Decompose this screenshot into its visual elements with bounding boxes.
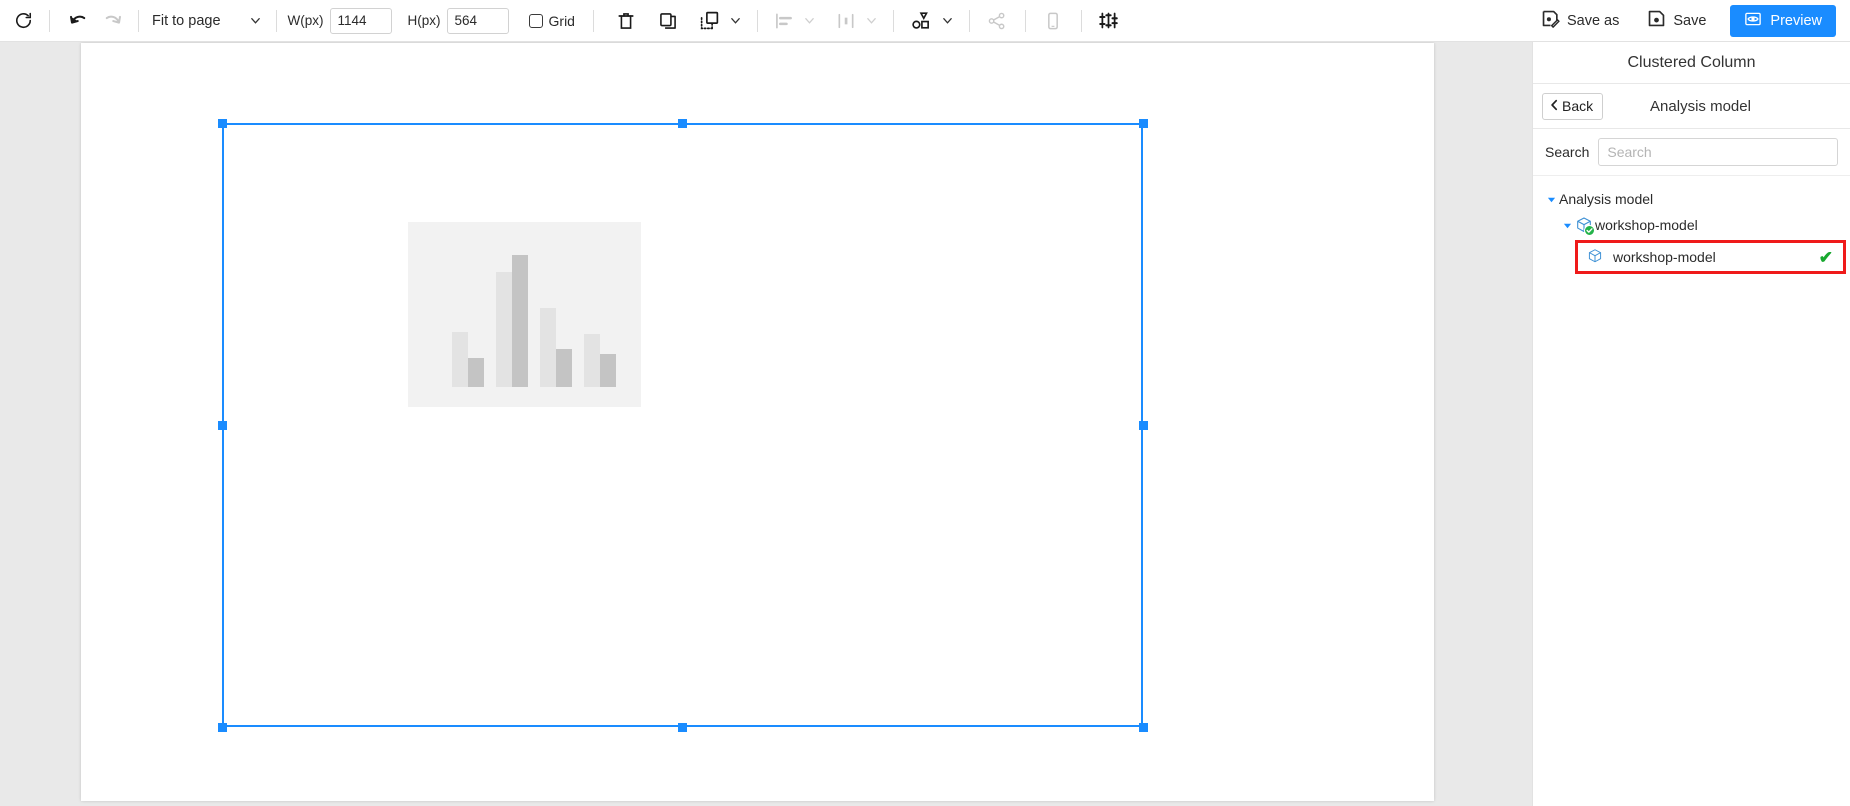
search-label: Search [1545,144,1590,160]
zoom-mode-select[interactable]: Fit to page [148,6,267,36]
sidebar-subheader: Back Analysis model [1533,84,1850,129]
grid-checkbox[interactable]: Grid [528,12,575,29]
canvas-workspace[interactable] [0,42,1532,806]
search-input[interactable] [1598,138,1838,166]
resize-handle-top-left[interactable] [217,118,227,128]
expand-triangle-icon[interactable] [1543,195,1559,204]
toolbar-divider [1024,9,1026,32]
group-shapes-icon[interactable] [903,6,939,36]
save-as-button[interactable]: Save as [1527,5,1633,37]
toolbar-right-actions: Save as Save Preview [1527,4,1850,37]
sidebar-title: Clustered Column [1533,42,1850,84]
chevron-left-icon [1549,98,1560,114]
tree-node-label: workshop-model [1595,217,1698,233]
resize-handle-middle-right[interactable] [1138,420,1148,430]
resize-handle-middle-left[interactable] [217,420,227,430]
align-left-icon [767,6,801,36]
cube-icon [1575,216,1595,236]
save-button[interactable]: Save [1633,5,1720,37]
toolbar-divider [138,9,139,32]
toolbar-divider [592,9,594,32]
save-as-icon [1541,9,1560,32]
green-check-badge [1584,225,1595,236]
grid-label: Grid [548,12,575,29]
height-input[interactable] [446,7,509,34]
selection-frame[interactable] [217,118,1148,732]
selection-border [222,123,1143,727]
resize-handle-bottom-right[interactable] [1138,722,1148,732]
resize-handle-top-right[interactable] [1138,118,1148,128]
undo-icon[interactable] [61,6,95,36]
preview-label: Preview [1770,12,1822,29]
chevron-down-icon[interactable] [727,6,745,36]
sliders-settings-icon[interactable] [1091,6,1127,36]
trash-icon[interactable] [609,6,643,36]
save-as-label: Save as [1566,12,1620,29]
width-control: W(px) [287,7,392,34]
height-label: H(px) [407,13,441,28]
zoom-mode-label: Fit to page [152,12,221,29]
copy-icon[interactable] [651,6,685,36]
chevron-down-icon[interactable] [247,6,265,36]
distribute-horizontal-icon [829,6,863,36]
toolbar-divider [892,9,894,32]
width-input[interactable] [329,7,392,34]
expand-triangle-icon[interactable] [1559,221,1575,230]
save-label: Save [1673,12,1707,29]
selected-node-annotation: workshop-model ✔ [1575,240,1846,274]
toolbar-divider [275,9,277,32]
preview-button[interactable]: Preview [1730,4,1836,37]
chevron-down-icon [801,6,819,36]
chevron-down-icon[interactable] [939,6,957,36]
refresh-icon[interactable] [6,6,40,36]
save-icon [1647,9,1666,32]
tree-node-analysis-model[interactable]: Analysis model [1533,186,1850,212]
resize-handle-top-center[interactable] [678,118,687,128]
tree-node-workshop-model-selected[interactable]: workshop-model ✔ [1575,240,1846,274]
analysis-model-tree: Analysis model workshop-model workshop-m… [1533,176,1850,274]
resize-handle-bottom-left[interactable] [217,722,227,732]
arrange-layer-icon[interactable] [693,6,727,36]
chevron-down-icon [863,6,881,36]
tree-node-label: Analysis model [1559,191,1654,207]
back-button[interactable]: Back [1542,92,1604,120]
share-icon [979,6,1015,36]
toolbar-divider [49,9,50,32]
toolbar-divider [1080,9,1082,32]
tree-node-workshop-model-parent[interactable]: workshop-model [1533,212,1850,238]
toolbar-divider [756,9,758,32]
redo-icon [95,6,129,36]
back-label: Back [1562,98,1594,114]
mobile-device-icon [1035,6,1071,36]
checkbox-box-icon [528,13,543,28]
height-control: H(px) [407,7,509,34]
tree-node-label: workshop-model [1613,249,1716,265]
width-label: W(px) [287,13,324,28]
selected-checkmark-icon: ✔ [1818,247,1833,267]
resize-handle-bottom-center[interactable] [678,722,687,732]
right-sidebar: Clustered Column Back Analysis model Sea… [1532,42,1850,806]
top-toolbar: Fit to page W(px) H(px) Grid [0,0,1850,42]
search-row: Search [1533,129,1850,176]
toolbar-divider [968,9,970,32]
eye-preview-icon [1744,10,1762,32]
cube-icon [1587,248,1605,266]
